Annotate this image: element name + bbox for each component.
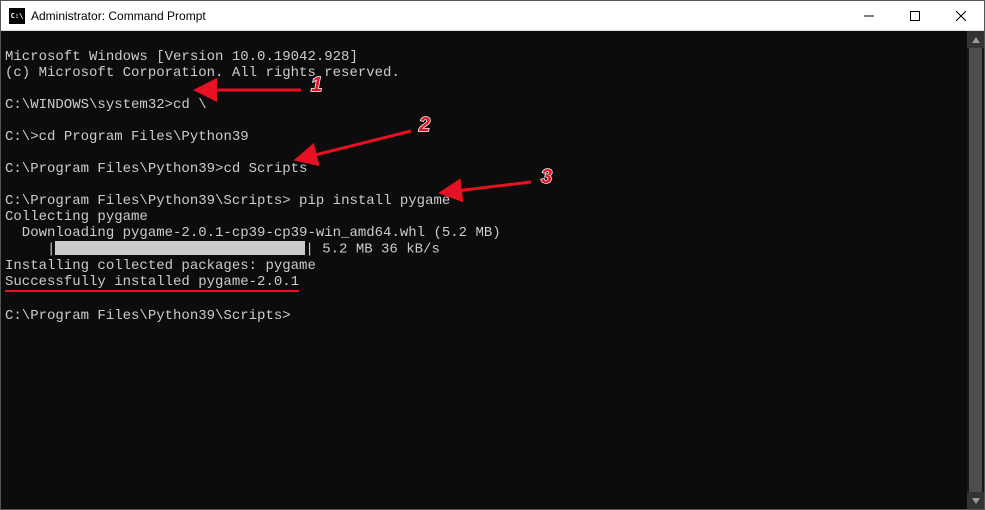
titlebar[interactable]: C:\ Administrator: Command Prompt bbox=[1, 1, 984, 31]
prompt-5: C:\Program Files\Python39\Scripts> bbox=[5, 308, 291, 324]
scroll-up-button[interactable] bbox=[967, 31, 984, 48]
prompt-4: C:\Program Files\Python39\Scripts> bbox=[5, 193, 291, 209]
cmd-3: cd Scripts bbox=[223, 161, 307, 177]
maximize-button[interactable] bbox=[892, 1, 938, 30]
chevron-up-icon bbox=[972, 37, 980, 43]
scrollbar[interactable] bbox=[967, 31, 984, 509]
annotation-label-2: 2 bbox=[419, 117, 430, 133]
out-progress-prefix: | bbox=[5, 242, 55, 258]
close-icon bbox=[956, 11, 966, 21]
prompt-1: C:\WINDOWS\system32> bbox=[5, 97, 173, 113]
out-downloading: Downloading pygame-2.0.1-cp39-cp39-win_a… bbox=[5, 225, 501, 241]
scroll-track[interactable] bbox=[967, 48, 984, 492]
progress-bar bbox=[55, 241, 305, 255]
annotation-label-3: 3 bbox=[541, 169, 552, 185]
out-success: Successfully installed pygame-2.0.1 bbox=[5, 274, 299, 292]
out-collecting: Collecting pygame bbox=[5, 209, 148, 225]
minimize-button[interactable] bbox=[846, 1, 892, 30]
cmd-1: cd \ bbox=[173, 97, 207, 113]
line-copyright: (c) Microsoft Corporation. All rights re… bbox=[5, 65, 400, 81]
command-prompt-window: C:\ Administrator: Command Prompt Micros… bbox=[0, 0, 985, 510]
maximize-icon bbox=[910, 11, 920, 21]
terminal-area: Microsoft Windows [Version 10.0.19042.92… bbox=[1, 31, 984, 509]
cmd-4: pip install pygame bbox=[291, 193, 451, 209]
minimize-icon bbox=[864, 11, 874, 21]
close-button[interactable] bbox=[938, 1, 984, 30]
scroll-down-button[interactable] bbox=[967, 492, 984, 509]
cmd-icon: C:\ bbox=[9, 8, 25, 24]
chevron-down-icon bbox=[972, 498, 980, 504]
terminal-output[interactable]: Microsoft Windows [Version 10.0.19042.92… bbox=[1, 31, 967, 509]
window-controls bbox=[846, 1, 984, 30]
prompt-3: C:\Program Files\Python39> bbox=[5, 161, 223, 177]
line-version: Microsoft Windows [Version 10.0.19042.92… bbox=[5, 49, 358, 65]
prompt-2: C:\> bbox=[5, 129, 39, 145]
window-title: Administrator: Command Prompt bbox=[31, 9, 206, 23]
out-installing: Installing collected packages: pygame bbox=[5, 258, 316, 274]
scroll-thumb[interactable] bbox=[969, 48, 982, 492]
cmd-2: cd Program Files\Python39 bbox=[39, 129, 249, 145]
out-progress-suffix: | 5.2 MB 36 kB/s bbox=[305, 242, 439, 258]
